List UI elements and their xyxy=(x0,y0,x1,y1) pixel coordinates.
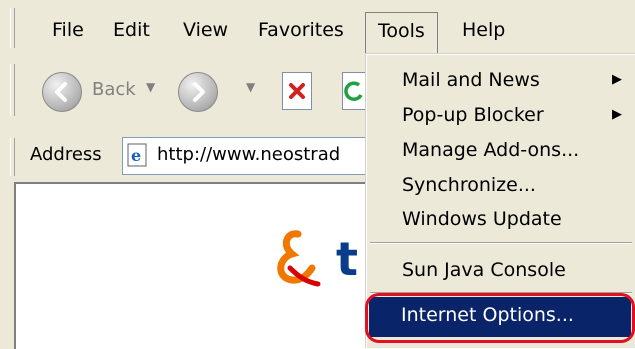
menu-separator xyxy=(370,242,632,244)
menu-edit[interactable]: Edit xyxy=(113,12,150,48)
menu-item-sun-java-console[interactable]: Sun Java Console xyxy=(366,252,634,288)
address-url: http://www.neostrad xyxy=(157,144,341,165)
back-arrow-icon[interactable] xyxy=(42,72,82,112)
ie-page-icon: e xyxy=(126,143,150,167)
forward-dropdown-icon[interactable]: ▼ xyxy=(246,80,255,94)
menu-file[interactable]: File xyxy=(52,12,84,48)
menu-item-popup-blocker[interactable]: Pop-up Blocker ▶ xyxy=(366,97,634,133)
toolbar-grip[interactable] xyxy=(10,64,15,116)
refresh-icon[interactable] xyxy=(342,72,366,110)
annotation-highlight-ring xyxy=(365,293,635,343)
menu-view[interactable]: View xyxy=(183,12,228,48)
address-input[interactable]: e http://www.neostrad xyxy=(122,137,384,175)
menu-help[interactable]: Help xyxy=(462,12,505,48)
menu-item-windows-update[interactable]: Windows Update xyxy=(366,201,634,237)
submenu-arrow-icon: ▶ xyxy=(612,72,622,87)
back-label[interactable]: Back xyxy=(92,79,136,100)
menu-item-synchronize[interactable]: Synchronize... xyxy=(366,167,634,203)
menu-bar: File Edit View Favorites Tools Help xyxy=(0,0,635,55)
stop-icon[interactable] xyxy=(282,72,312,110)
back-dropdown-icon[interactable]: ▼ xyxy=(146,80,155,94)
tp-logo xyxy=(268,224,328,294)
forward-arrow-icon[interactable] xyxy=(178,72,218,112)
menu-tools[interactable]: Tools xyxy=(365,12,438,55)
menu-item-manage-addons[interactable]: Manage Add-ons... xyxy=(366,132,634,168)
svg-text:e: e xyxy=(131,146,141,165)
address-label: Address xyxy=(30,144,102,165)
menubar-grip[interactable] xyxy=(10,8,15,48)
menu-favorites[interactable]: Favorites xyxy=(258,12,344,48)
menu-item-mail-and-news[interactable]: Mail and News ▶ xyxy=(366,62,634,98)
tp-logo-text: t xyxy=(336,232,358,286)
addressbar-grip[interactable] xyxy=(10,138,15,176)
submenu-arrow-icon: ▶ xyxy=(612,107,622,122)
